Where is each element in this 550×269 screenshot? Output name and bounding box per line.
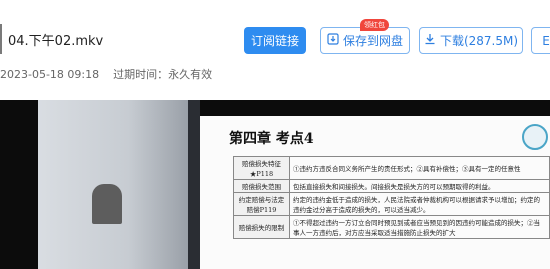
expiry-value: 永久有效	[168, 68, 213, 81]
table-value: ①不得超过违约一方订立合同时预见到或者应当预见到的因违约可能造成的损失；②当事人…	[289, 215, 550, 239]
save-icon	[327, 33, 343, 48]
redpack-badge[interactable]: 领红包	[360, 19, 389, 31]
table-row: 约定赔偿与法定赔偿P119 约定的违约金低于造成的损失，人民法院或者仲裁机构可以…	[233, 192, 550, 216]
download-icon	[424, 33, 440, 48]
more-label: E	[542, 33, 550, 48]
save-to-drive-label: 保存到网盘	[342, 34, 403, 48]
slide-table: 赔偿损失特征 ★P118 ①违约方违反合同义务所产生的责任形式；②具有补偿性；③…	[233, 156, 550, 239]
table-row: 赔偿损失特征 ★P118 ①违约方违反合同义务所产生的责任形式；②具有补偿性；③…	[233, 156, 550, 180]
table-row: 赔偿损失的限制 ①不得超过违约一方订立合同时预见到或者应当预见到的因违约可能造成…	[233, 215, 550, 239]
table-value: ①违约方违反合同义务所产生的责任形式；②具有补偿性；③具有一定的任意性	[289, 156, 550, 180]
table-value: 包括直接损失和间接损失。间接损失是损失方的可以预期取得的利益。	[289, 179, 550, 193]
table-key: 赔偿损失的限制	[233, 215, 290, 239]
file-name: 04.下午02.mkv	[8, 34, 104, 49]
more-button[interactable]: E	[531, 27, 550, 54]
file-header: 04.下午02.mkv 2023-05-18 09:18 过期时间：永久有效 订阅…	[0, 0, 550, 98]
subscribe-link-label: 订阅链接	[250, 34, 299, 48]
lecture-slide: 第四章 考点4 赔偿损失特征 ★P118 ①违约方违反合同义务所产生的责任形式；…	[200, 116, 550, 269]
expiry-label: 过期时间：	[113, 68, 169, 81]
download-label: 下载(287.5M)	[439, 34, 519, 48]
table-key: 赔偿损失范围	[233, 179, 290, 193]
slide-title: 第四章 考点4	[229, 131, 314, 147]
table-key: 约定赔偿与法定赔偿P119	[233, 192, 290, 216]
table-key: 赔偿损失特征 ★P118	[233, 156, 290, 180]
table-value: 约定的违约金低于造成的损失，人民法院或者仲裁机构可以根据请求予以增加；约定的违约…	[289, 192, 550, 216]
file-icon	[0, 24, 2, 54]
file-datetime: 2023-05-18 09:18	[0, 68, 100, 81]
subscribe-link-button[interactable]: 订阅链接	[244, 27, 306, 54]
logo-icon	[522, 124, 548, 150]
video-player[interactable]: 第四章 考点4 赔偿损失特征 ★P118 ①违约方违反合同义务所产生的责任形式；…	[0, 100, 550, 269]
studio-pillar	[188, 100, 200, 269]
download-button[interactable]: 下载(287.5M)	[419, 27, 523, 54]
table-row: 赔偿损失范围 包括直接损失和间接损失。间接损失是损失方的可以预期取得的利益。	[233, 179, 550, 193]
file-meta: 2023-05-18 09:18 过期时间：永久有效	[0, 66, 212, 82]
presenter	[92, 184, 122, 224]
save-to-drive-button[interactable]: 保存到网盘	[320, 27, 410, 54]
